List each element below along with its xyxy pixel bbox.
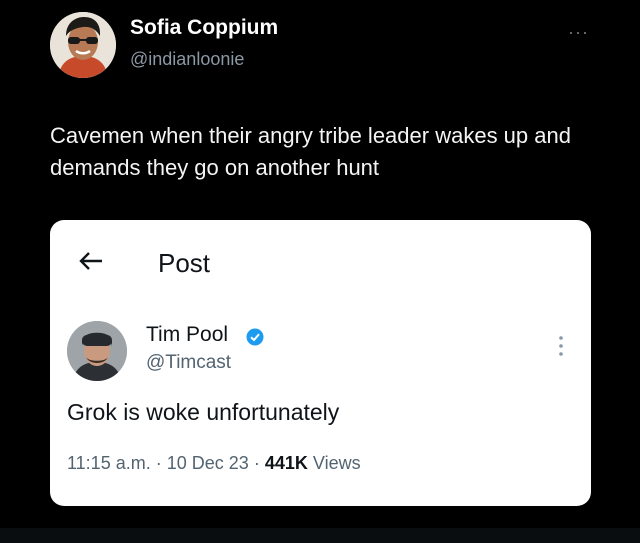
post-date[interactable]: 10 Dec 23	[167, 453, 249, 473]
view-count: 441K	[264, 453, 308, 473]
back-arrow-icon[interactable]	[76, 246, 106, 276]
author-name[interactable]: Sofia Coppium	[130, 16, 278, 40]
embedded-author-name[interactable]: Tim Pool	[146, 323, 228, 347]
meta-separator: ·	[155, 453, 162, 473]
verified-badge-icon	[246, 328, 264, 346]
bottom-strip	[0, 528, 640, 543]
embedded-post-text: Grok is woke unfortunately	[67, 399, 340, 425]
post-time: 11:15 a.m.	[67, 453, 151, 473]
views-label: Views	[312, 453, 361, 473]
embedded-post-screenshot: Post Tim Pool @Timcast Grok is woke unfo…	[50, 220, 591, 506]
post-header-title: Post	[158, 248, 211, 278]
embedded-author-avatar[interactable]	[67, 321, 127, 381]
embedded-author-handle[interactable]: @Timcast	[146, 352, 231, 374]
author-avatar[interactable]	[50, 12, 116, 78]
embedded-avatar-illustration	[67, 321, 127, 381]
more-options-icon[interactable]: ···	[568, 22, 589, 43]
tweet-container: Sofia Coppium @indianloonie ··· Cavemen …	[0, 0, 640, 543]
tweet-text: Cavemen when their angry tribe leader wa…	[50, 123, 571, 180]
author-handle[interactable]: @indianloonie	[130, 49, 244, 70]
avatar-illustration	[50, 12, 116, 78]
meta-separator: ·	[253, 453, 260, 473]
post-metadata: 11:15 a.m. · 10 Dec 23 · 441K Views	[67, 453, 361, 474]
vertical-more-icon[interactable]	[556, 333, 566, 359]
